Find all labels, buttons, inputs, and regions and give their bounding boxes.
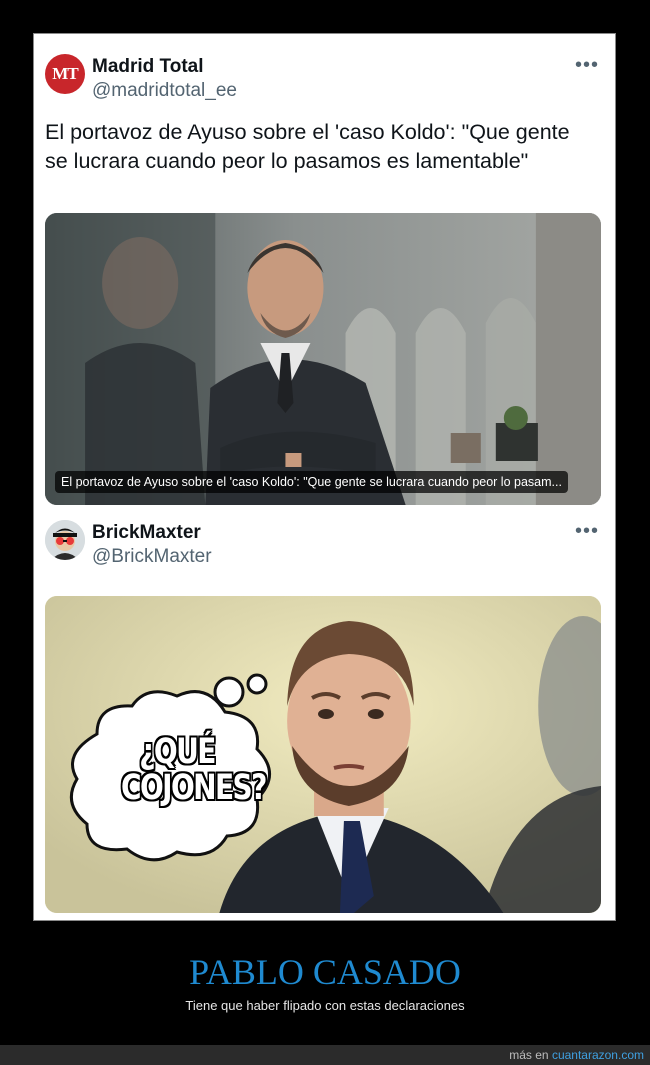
footer-site-link[interactable]: cuantarazon.com xyxy=(552,1048,644,1062)
post-subtitle: Tiene que haber flipado con estas declar… xyxy=(185,998,465,1013)
tweet-author-handle[interactable]: @madridtotal_ee xyxy=(92,80,237,102)
thought-line-1: ¿QUÉ xyxy=(139,732,216,772)
avatar-brickmaxter[interactable] xyxy=(45,520,85,560)
post-image: MT Madrid Total @madridtotal_ee ••• El p… xyxy=(33,33,616,921)
photo-spokesman-illustration xyxy=(45,213,601,505)
avatar-logo-text: MT xyxy=(52,64,78,83)
thought-bubble-text: ¿QUÉ COJONES? xyxy=(121,732,267,808)
more-options-icon[interactable]: ••• xyxy=(575,55,599,75)
post-title[interactable]: PABLO CASADO xyxy=(0,951,650,993)
avatar-madrid-total[interactable]: MT xyxy=(45,54,85,94)
footer-bar: más en cuantarazon.com xyxy=(0,1045,650,1065)
tweet-media-photo[interactable]: ¿QUÉ COJONES? xyxy=(45,596,601,913)
tweet-brickmaxter: BrickMaxter @BrickMaxter ••• ¿QUÉ COJONE… xyxy=(34,512,615,920)
more-options-icon[interactable]: ••• xyxy=(575,521,599,541)
tweet-author-name[interactable]: Madrid Total xyxy=(92,56,204,78)
thought-bubble: ¿QUÉ COJONES? xyxy=(57,664,289,864)
media-caption: El portavoz de Ayuso sobre el 'caso Kold… xyxy=(55,471,568,493)
tweet-author-handle[interactable]: @BrickMaxter xyxy=(92,546,212,568)
avatar-face-icon xyxy=(45,520,85,560)
tweet-media-photo[interactable]: El portavoz de Ayuso sobre el 'caso Kold… xyxy=(45,213,601,505)
footer-prefix: más en xyxy=(509,1048,549,1062)
tweet-author-name[interactable]: BrickMaxter xyxy=(92,522,201,544)
thought-line-2: COJONES? xyxy=(121,768,267,808)
tweet-text: El portavoz de Ayuso sobre el 'caso Kold… xyxy=(45,120,570,173)
tweet-madrid-total: MT Madrid Total @madridtotal_ee ••• El p… xyxy=(34,34,615,512)
